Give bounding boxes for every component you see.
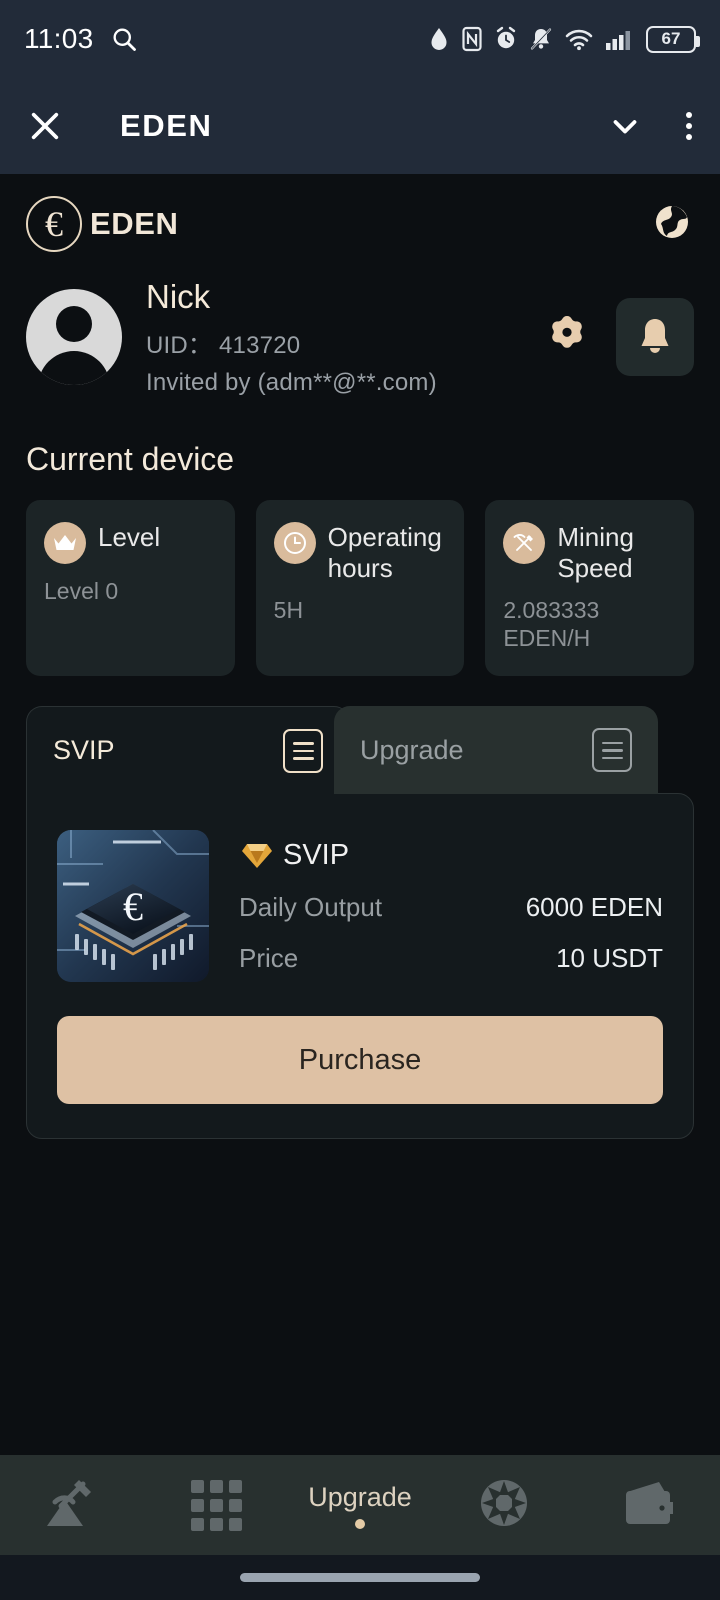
avatar[interactable]	[26, 289, 122, 386]
device-card-level: Level Level 0	[26, 499, 235, 677]
battery-level: 67	[661, 29, 681, 48]
profile-actions	[542, 298, 694, 377]
app-bar: EDEN	[0, 78, 720, 174]
nav-item-upgrade[interactable]: Upgrade	[288, 1455, 432, 1555]
brand-row: € EDEN	[0, 174, 720, 252]
tabs-region: SVIP Upgrade	[0, 676, 720, 795]
current-device-cards: Level Level 0 Operating hours 5H Mining …	[0, 478, 720, 677]
tab-svip[interactable]: SVIP	[26, 706, 350, 795]
search-icon[interactable]	[110, 25, 138, 53]
app-bar-title: EDEN	[120, 108, 213, 143]
product-key: Daily Output	[239, 892, 383, 923]
nfc-icon	[461, 26, 483, 52]
alarm-clock-icon	[494, 26, 518, 52]
device-card-operating-hours: Operating hours 5H	[255, 499, 465, 677]
product-key: Price	[239, 943, 299, 974]
purchase-button-label: Purchase	[298, 1043, 422, 1076]
nav-item-apps[interactable]	[144, 1455, 288, 1555]
status-time: 11:03	[24, 23, 94, 54]
product-details: SVIP Daily Output 6000 EDEN Price 10 USD…	[239, 830, 663, 982]
nav-item-wallet[interactable]	[576, 1455, 720, 1555]
cpu-chip-image: €	[57, 830, 209, 983]
battery-icon: 67	[646, 25, 700, 53]
svip-diamond-icon	[239, 838, 275, 872]
device-card-header: Level	[44, 521, 217, 564]
device-card-label: Mining Speed	[557, 521, 634, 583]
purchase-button[interactable]: Purchase	[57, 1016, 663, 1105]
profile-info: Nick UID： 413720 Invited by (adm**@**.co…	[146, 278, 542, 397]
product-row-price: Price 10 USDT	[239, 943, 663, 974]
device-card-label: Operating hours	[327, 521, 442, 583]
clock-icon	[273, 521, 316, 564]
profile-uid: UID： 413720	[146, 331, 301, 359]
home-indicator[interactable]	[240, 1573, 480, 1582]
device-card-header: Operating hours	[273, 521, 447, 583]
device-card-value: Level 0	[44, 577, 119, 604]
profile-invited-by: Invited by (adm**@**.com)	[146, 368, 437, 396]
notification-bell-icon[interactable]	[616, 298, 694, 377]
nav-active-dot	[355, 1518, 365, 1529]
tab-bar: SVIP Upgrade	[26, 706, 694, 795]
pickaxe-icon	[503, 521, 546, 564]
svg-text:€: €	[123, 884, 143, 929]
wallet-icon	[621, 1478, 675, 1533]
product-title-row: SVIP	[239, 838, 663, 872]
language-globe-icon[interactable]	[650, 200, 694, 249]
product-name: SVIP	[283, 838, 350, 871]
product-value: 10 USDT	[556, 943, 663, 974]
bottom-navigation: Upgrade	[0, 1455, 720, 1555]
chevron-down-icon[interactable]	[606, 107, 644, 145]
device-card-value: 2.083333 EDEN/H	[503, 597, 600, 651]
eden-logo-icon: €	[26, 196, 82, 252]
page-content: € EDEN Nick UID： 413720 Invited by (adm*…	[0, 174, 720, 1455]
list-icon	[592, 728, 632, 773]
profile-row: Nick UID： 413720 Invited by (adm**@**.co…	[0, 252, 720, 397]
nav-item-fan[interactable]	[432, 1455, 576, 1555]
current-device-title: Current device	[26, 440, 235, 477]
list-icon	[283, 728, 323, 773]
svip-panel: € SVIP Daily Output 6000 EDEN Price 10 U…	[26, 793, 694, 1140]
more-options-icon[interactable]	[686, 112, 692, 140]
product-row-daily-output: Daily Output 6000 EDEN	[239, 892, 663, 923]
device-card-header: Mining Speed	[503, 521, 676, 583]
product-row: € SVIP Daily Output 6000 EDEN Price 10 U…	[57, 830, 663, 983]
nav-item-mining[interactable]	[0, 1455, 144, 1555]
status-bar-right: 67	[428, 25, 700, 53]
mining-pickaxe-icon	[43, 1476, 101, 1535]
status-bar-left: 11:03	[24, 23, 138, 55]
tab-label: SVIP	[53, 735, 115, 766]
grid-apps-icon	[190, 1479, 242, 1531]
device-card-value: 5H	[273, 597, 304, 624]
wifi-icon	[564, 26, 594, 52]
crown-icon	[44, 521, 86, 564]
device-card-label: Level	[98, 521, 161, 552]
product-value: 6000 EDEN	[525, 892, 663, 923]
settings-gear-icon[interactable]	[542, 310, 592, 365]
status-bar: 11:03 67	[0, 0, 720, 78]
system-navigation-bar	[0, 1555, 720, 1600]
nav-item-label: Upgrade	[308, 1481, 412, 1512]
brand-name: EDEN	[90, 206, 179, 241]
bell-muted-icon	[529, 26, 553, 52]
water-drop-icon	[428, 26, 450, 52]
cellular-signal-icon	[605, 26, 635, 52]
close-icon[interactable]	[28, 109, 62, 143]
tab-upgrade[interactable]: Upgrade	[334, 706, 658, 795]
tab-label: Upgrade	[360, 734, 464, 765]
profile-name: Nick	[146, 278, 211, 315]
fan-turbine-icon	[475, 1474, 533, 1537]
device-card-mining-speed: Mining Speed 2.083333 EDEN/H	[485, 499, 695, 677]
